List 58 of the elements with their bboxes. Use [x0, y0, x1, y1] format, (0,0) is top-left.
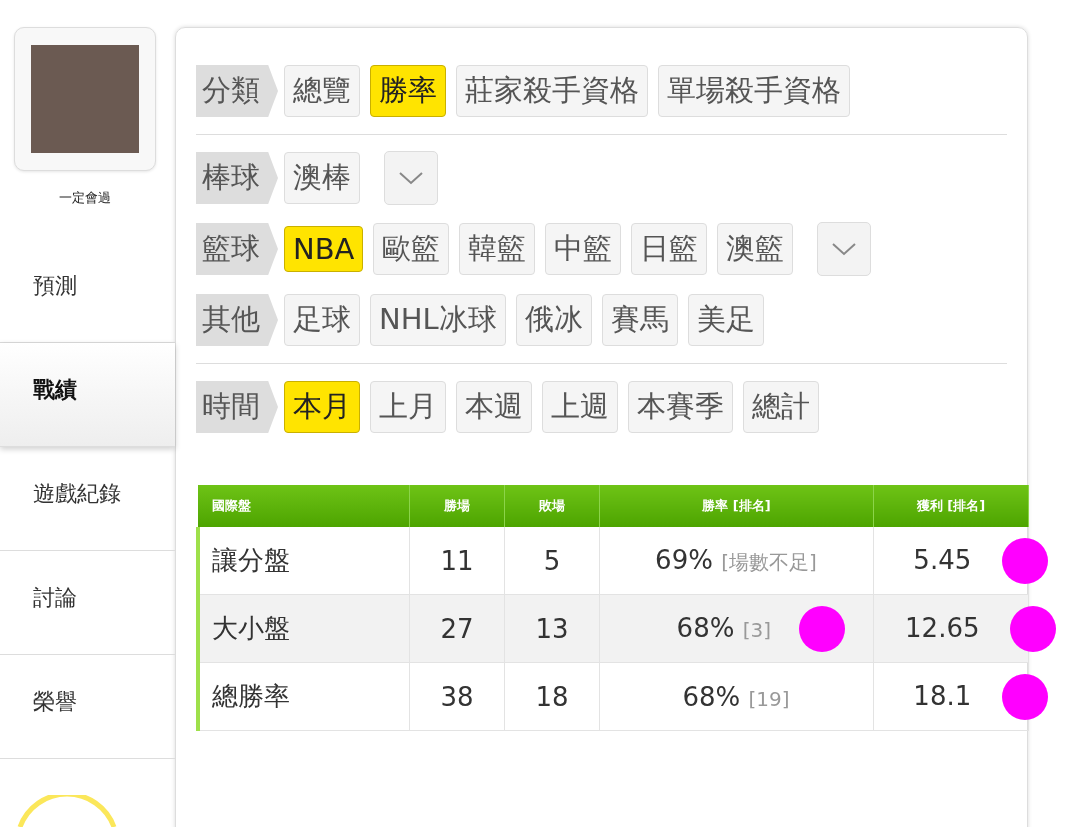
filter-chip[interactable]: 澳籃 [717, 223, 794, 275]
table-cell: 13 [504, 594, 600, 663]
filter-chip[interactable]: 勝率 [370, 65, 446, 117]
filter-chip[interactable]: 上週 [542, 381, 618, 433]
table-cell: 5 [504, 527, 600, 595]
filter-chip[interactable]: 上月 [370, 381, 446, 433]
win-rate: 68% [676, 612, 735, 642]
filter-chip[interactable]: NBA [284, 226, 364, 272]
filter-label: 籃球 [196, 223, 278, 275]
filter-chip[interactable]: 澳棒 [284, 152, 360, 204]
profit-value: 5.45 [913, 544, 972, 574]
filter-chip[interactable]: 莊家殺手資格 [456, 65, 648, 117]
rank-label: [19] [748, 686, 790, 711]
filter-chip[interactable]: 總計 [743, 381, 819, 433]
user-name: 一定會過 [58, 189, 112, 207]
column-header: 勝場 [409, 485, 505, 527]
filter-chip[interactable]: NHL冰球 [370, 294, 506, 346]
table-cell: 18 [504, 662, 600, 731]
win-rate: 69% [655, 545, 713, 575]
column-header: 勝率 [排名] [599, 485, 874, 527]
filter-chip[interactable]: 俄冰 [515, 294, 592, 346]
rank-label: [場數不足] [721, 550, 817, 574]
filter-label: 棒球 [196, 152, 278, 204]
table-cell: 27 [409, 594, 505, 663]
filter-chip[interactable]: 本月 [284, 381, 360, 433]
filter-chip[interactable]: 美足 [687, 294, 764, 346]
sidebar-item[interactable]: 戰績 [0, 343, 175, 447]
filter-chip[interactable]: 本週 [456, 381, 532, 433]
table-cell: 38 [409, 662, 505, 731]
dropdown-button[interactable] [384, 151, 438, 205]
table-cell: 11 [409, 527, 505, 595]
sidebar-item[interactable]: 榮譽 [0, 655, 175, 759]
filter-chip[interactable]: 韓籃 [459, 223, 536, 275]
sidebar-item[interactable]: 討論 [0, 551, 175, 655]
filter-chip[interactable]: 單場殺手資格 [658, 65, 850, 117]
table-cell: 總勝率 [198, 662, 410, 731]
filter-label: 其他 [196, 294, 278, 346]
win-rate: 68% [682, 681, 741, 712]
column-header: 獲利 [排名] [873, 485, 1029, 527]
rank-label: [3] [742, 617, 771, 641]
sidebar-item[interactable]: 遊戲紀錄 [0, 447, 175, 551]
filter-chip[interactable]: 足球 [284, 294, 360, 346]
dropdown-button[interactable] [817, 222, 872, 276]
column-header: 敗場 [504, 485, 600, 527]
filter-chip[interactable]: 中籃 [545, 223, 622, 275]
filter-chip[interactable]: 本賽季 [628, 381, 733, 433]
filter-chip[interactable]: 賽馬 [601, 294, 678, 346]
filter-chip[interactable]: 日籃 [631, 223, 708, 275]
profit-value: 12.65 [905, 612, 980, 642]
filter-label: 時間 [196, 381, 278, 433]
column-header: 國際盤 [198, 485, 410, 527]
chevron-down-icon [398, 171, 424, 185]
chevron-down-icon [831, 242, 858, 256]
filter-label: 分類 [196, 65, 278, 117]
table-cell: 大小盤 [198, 594, 410, 663]
filter-chip[interactable]: 總覽 [284, 65, 360, 117]
filter-chip[interactable]: 歐籃 [373, 223, 450, 275]
profit-value: 18.1 [913, 680, 972, 710]
